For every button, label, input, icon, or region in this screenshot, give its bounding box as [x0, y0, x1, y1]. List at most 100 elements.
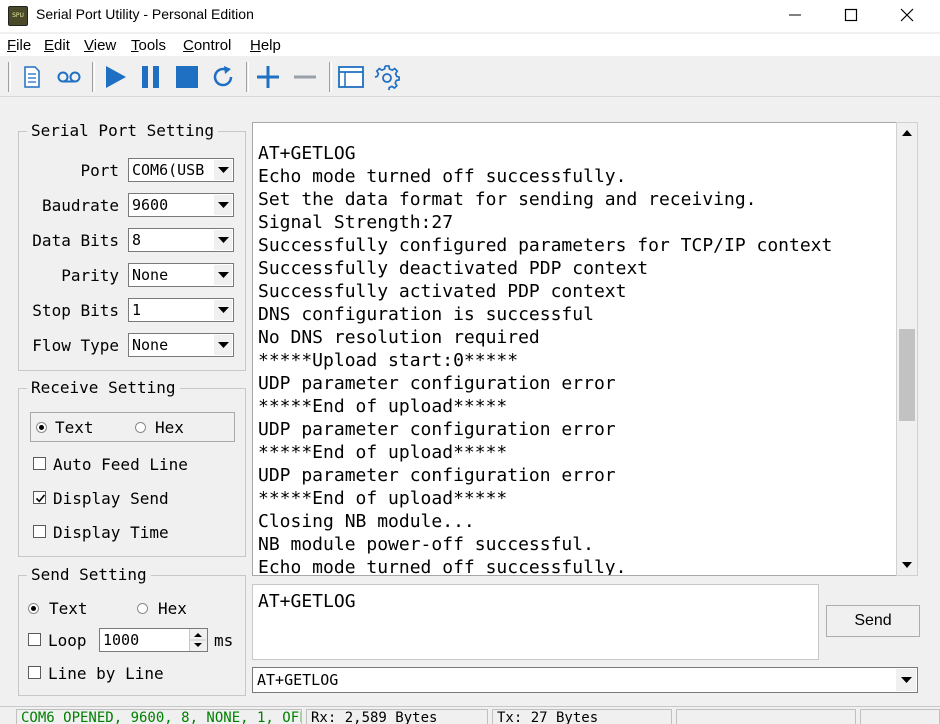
send-input[interactable]: AT+GETLOG — [252, 584, 819, 660]
output-line: Closing NB module... — [258, 511, 475, 532]
loop-interval-stepper[interactable]: 1000 — [99, 628, 208, 652]
menu-view[interactable]: View — [84, 37, 116, 54]
toolbar — [0, 57, 940, 97]
maximize-button[interactable] — [828, 0, 874, 30]
connection-status: COM6 OPENED, 9600, 8, NONE, 1, OFF — [16, 709, 302, 724]
spin-up-down-icon — [190, 633, 206, 647]
display-send-label[interactable]: Display Send — [53, 490, 169, 508]
menu-file[interactable]: File — [7, 37, 31, 54]
menu-file-key: F — [7, 37, 17, 54]
receive-text-radio[interactable] — [36, 422, 47, 433]
port-dropdown-arrow[interactable] — [214, 160, 232, 180]
close-icon — [900, 8, 914, 22]
scroll-down-button[interactable] — [897, 555, 917, 575]
receive-output-area[interactable]: AT+GETLOG Echo mode turned off successful… — [252, 122, 918, 576]
toolbar-separator — [329, 62, 332, 92]
line-by-line-label[interactable]: Line by Line — [48, 665, 164, 683]
flow-type-dropdown-arrow[interactable] — [214, 335, 232, 355]
send-hex-radio[interactable] — [137, 603, 148, 614]
pause-button[interactable] — [135, 61, 167, 93]
menu-help-rest: elp — [260, 37, 281, 54]
auto-feed-line-checkbox[interactable] — [33, 457, 46, 470]
parity-dropdown-arrow[interactable] — [214, 265, 232, 285]
loop-interval-spin-buttons[interactable] — [189, 629, 207, 651]
refresh-button[interactable] — [207, 61, 239, 93]
output-line: Successfully configured parameters for T… — [258, 235, 833, 256]
close-button[interactable] — [884, 0, 930, 30]
minimize-button[interactable] — [772, 0, 818, 30]
menu-bar: File Edit View Tools Control Help — [0, 34, 940, 56]
display-time-checkbox[interactable] — [33, 525, 46, 538]
receive-text-label[interactable]: Text — [55, 419, 94, 437]
menu-view-rest: iew — [93, 37, 117, 54]
baudrate-dropdown-arrow[interactable] — [214, 195, 232, 215]
port-label: Port — [80, 161, 119, 180]
menu-control[interactable]: Control — [183, 37, 231, 54]
loop-checkbox[interactable] — [28, 633, 41, 646]
new-document-button[interactable] — [16, 61, 48, 93]
scroll-thumb[interactable] — [899, 329, 915, 421]
chevron-down-icon — [218, 272, 229, 278]
parity-value: None — [132, 266, 169, 284]
stop-bits-select[interactable]: 1 — [128, 298, 234, 322]
stop-bits-dropdown-arrow[interactable] — [214, 300, 232, 320]
send-history-dropdown-arrow[interactable] — [896, 669, 916, 691]
send-text-label[interactable]: Text — [49, 600, 88, 618]
add-button[interactable] — [252, 61, 284, 93]
receive-hex-radio[interactable] — [135, 422, 146, 433]
scroll-up-button[interactable] — [897, 123, 917, 143]
rx-bytes-counter: Rx: 2,589 Bytes — [306, 709, 488, 724]
loop-label[interactable]: Loop — [48, 632, 87, 650]
receive-hex-label[interactable]: Hex — [155, 419, 184, 437]
display-time-label[interactable]: Display Time — [53, 524, 169, 542]
menu-view-key: V — [84, 37, 94, 54]
display-send-checkbox[interactable] — [33, 491, 46, 504]
send-setting-group: Send Setting Text Hex Loop 1000 ms Line … — [18, 566, 246, 696]
send-button[interactable]: Send — [826, 605, 920, 637]
menu-edit-rest: dit — [54, 37, 70, 54]
data-bits-select[interactable]: 8 — [128, 228, 234, 252]
window-icon — [338, 66, 364, 88]
menu-help[interactable]: Help — [250, 37, 281, 54]
voicemail-icon — [57, 71, 81, 83]
output-line: *****Upload start:0***** — [258, 350, 519, 371]
window-button[interactable] — [334, 61, 366, 93]
port-select[interactable]: COM6(USB — [128, 158, 234, 182]
output-line: Successfully activated PDP context — [258, 281, 627, 302]
send-text-radio[interactable] — [28, 603, 39, 614]
stop-button[interactable] — [171, 61, 203, 93]
send-hex-label[interactable]: Hex — [158, 600, 187, 618]
title-bar: SPU Serial Port Utility - Personal Editi… — [0, 0, 940, 32]
chevron-down-icon — [901, 677, 912, 683]
output-line: Echo mode turned off successfully. — [258, 557, 627, 576]
parity-select[interactable]: None — [128, 263, 234, 287]
menu-tools-rest: ools — [138, 37, 167, 54]
toolbar-separator — [92, 62, 95, 92]
auto-feed-line-label[interactable]: Auto Feed Line — [53, 456, 188, 474]
menu-edit[interactable]: Edit — [44, 37, 70, 54]
record-button[interactable] — [52, 61, 84, 93]
remove-button[interactable] — [289, 61, 321, 93]
baudrate-select[interactable]: 9600 — [128, 193, 234, 217]
data-bits-value: 8 — [132, 231, 142, 249]
send-history-select[interactable]: AT+GETLOG — [252, 667, 918, 693]
output-line: AT+GETLOG — [258, 143, 356, 164]
stop-bits-value: 1 — [132, 301, 142, 319]
send-setting-title: Send Setting — [27, 566, 151, 584]
arrow-down-icon — [902, 562, 912, 568]
line-by-line-checkbox[interactable] — [28, 666, 41, 679]
output-line: Set the data format for sending and rece… — [258, 189, 757, 210]
output-vertical-scrollbar[interactable] — [896, 122, 918, 576]
data-bits-dropdown-arrow[interactable] — [214, 230, 232, 250]
settings-button[interactable] — [370, 61, 402, 93]
chevron-down-icon — [218, 167, 229, 173]
flow-type-select[interactable]: None — [128, 333, 234, 357]
chevron-down-icon — [218, 202, 229, 208]
baudrate-label: Baudrate — [41, 196, 119, 215]
serial-port-setting-title: Serial Port Setting — [27, 122, 219, 140]
menu-tools-key: T — [131, 37, 139, 54]
menu-tools[interactable]: Tools — [131, 37, 166, 54]
play-button[interactable] — [99, 61, 131, 93]
menu-edit-key: E — [44, 37, 55, 54]
minus-icon — [294, 75, 316, 79]
